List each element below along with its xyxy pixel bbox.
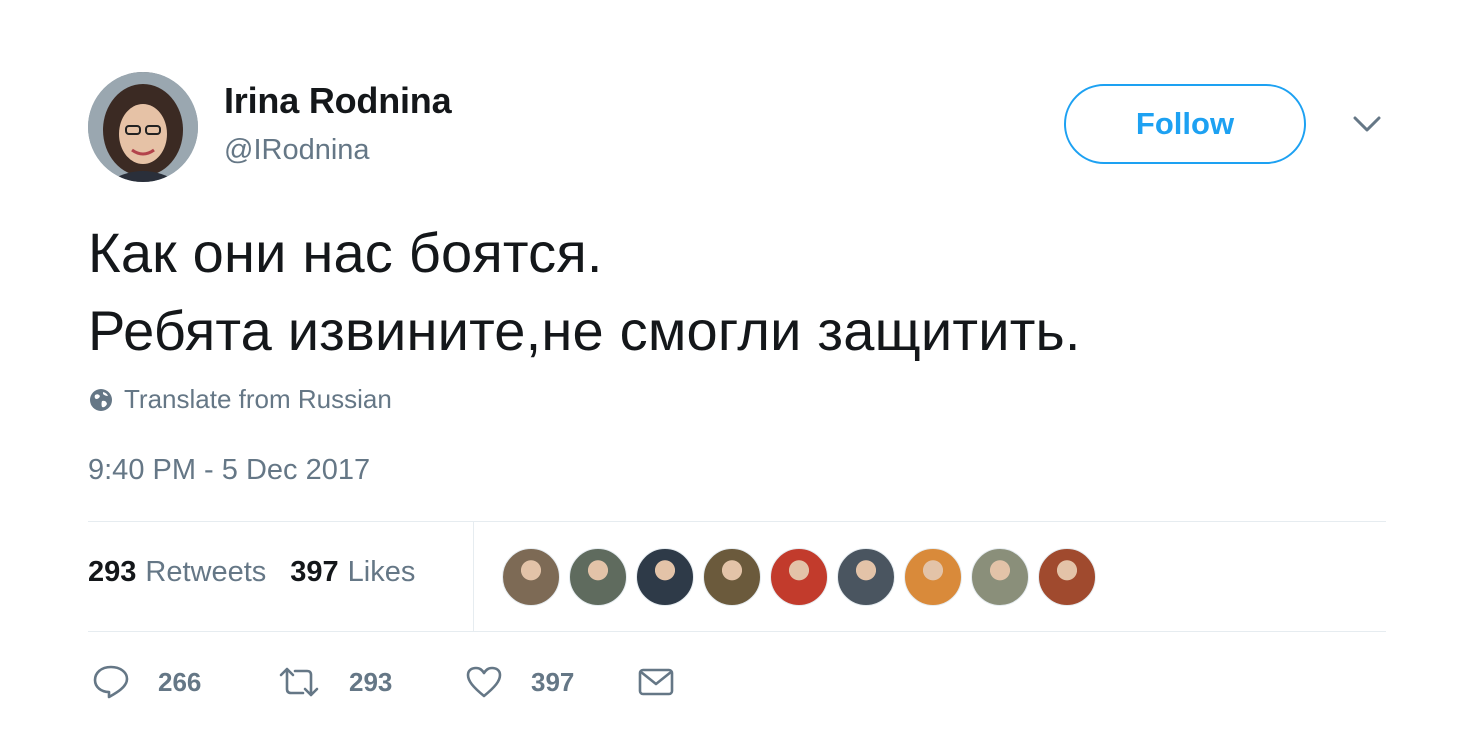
retweet-count: 293 [349,666,393,697]
liker-avatar-6[interactable] [837,548,895,606]
heart-icon [465,665,503,699]
liker-avatar-2[interactable] [569,548,627,606]
retweet-button[interactable]: 293 [277,665,465,699]
reply-count: 266 [158,666,202,697]
tweet-timestamp[interactable]: 9:40 PM - 5 Dec 2017 [88,454,370,487]
liker-avatar-8[interactable] [971,548,1029,606]
author-handle[interactable]: @IRodnina [224,134,370,167]
tweet-card: Irina Rodnina @IRodnina Follow Как они н… [0,0,1460,733]
likes-label: Likes [347,556,416,588]
like-button[interactable]: 397 [465,665,637,699]
globe-icon [88,387,114,413]
like-count: 397 [531,666,575,697]
stats-divider [473,522,474,631]
retweets-label: Retweets [145,556,267,588]
tweet-text-line-2: Ребята извините,не смогли защитить. [88,299,1081,362]
avatar-image [88,72,198,182]
liker-avatar-9[interactable] [1038,548,1096,606]
retweet-icon [277,665,321,699]
author-display-name[interactable]: Irina Rodnina [224,80,452,122]
liker-avatar-7[interactable] [904,548,962,606]
divider-top [88,521,1386,522]
divider-bottom [88,631,1386,632]
translate-label: Translate from Russian [124,384,392,414]
direct-message-button[interactable] [637,667,675,697]
chevron-down-icon[interactable] [1348,108,1386,140]
liker-avatar-5[interactable] [770,548,828,606]
tweet-text-line-1: Как они нас боятся. [88,221,603,284]
retweets-stat[interactable]: 293 Retweets [88,556,266,589]
liker-avatar-4[interactable] [703,548,761,606]
likes-stat[interactable]: 397 Likes [290,556,415,589]
likes-count: 397 [290,556,339,588]
follow-button[interactable]: Follow [1064,84,1306,164]
author-avatar[interactable] [88,72,198,182]
reply-button[interactable]: 266 [92,664,277,700]
liker-avatar-1[interactable] [502,548,560,606]
action-bar: 266 293 397 [92,664,675,700]
tweet-stats: 293 Retweets 397 Likes [88,556,415,589]
reply-icon [92,664,130,700]
liker-avatar-3[interactable] [636,548,694,606]
envelope-icon [637,667,675,697]
translate-link[interactable]: Translate from Russian [88,384,392,415]
retweets-count: 293 [88,556,137,588]
liker-avatars [502,548,1105,606]
